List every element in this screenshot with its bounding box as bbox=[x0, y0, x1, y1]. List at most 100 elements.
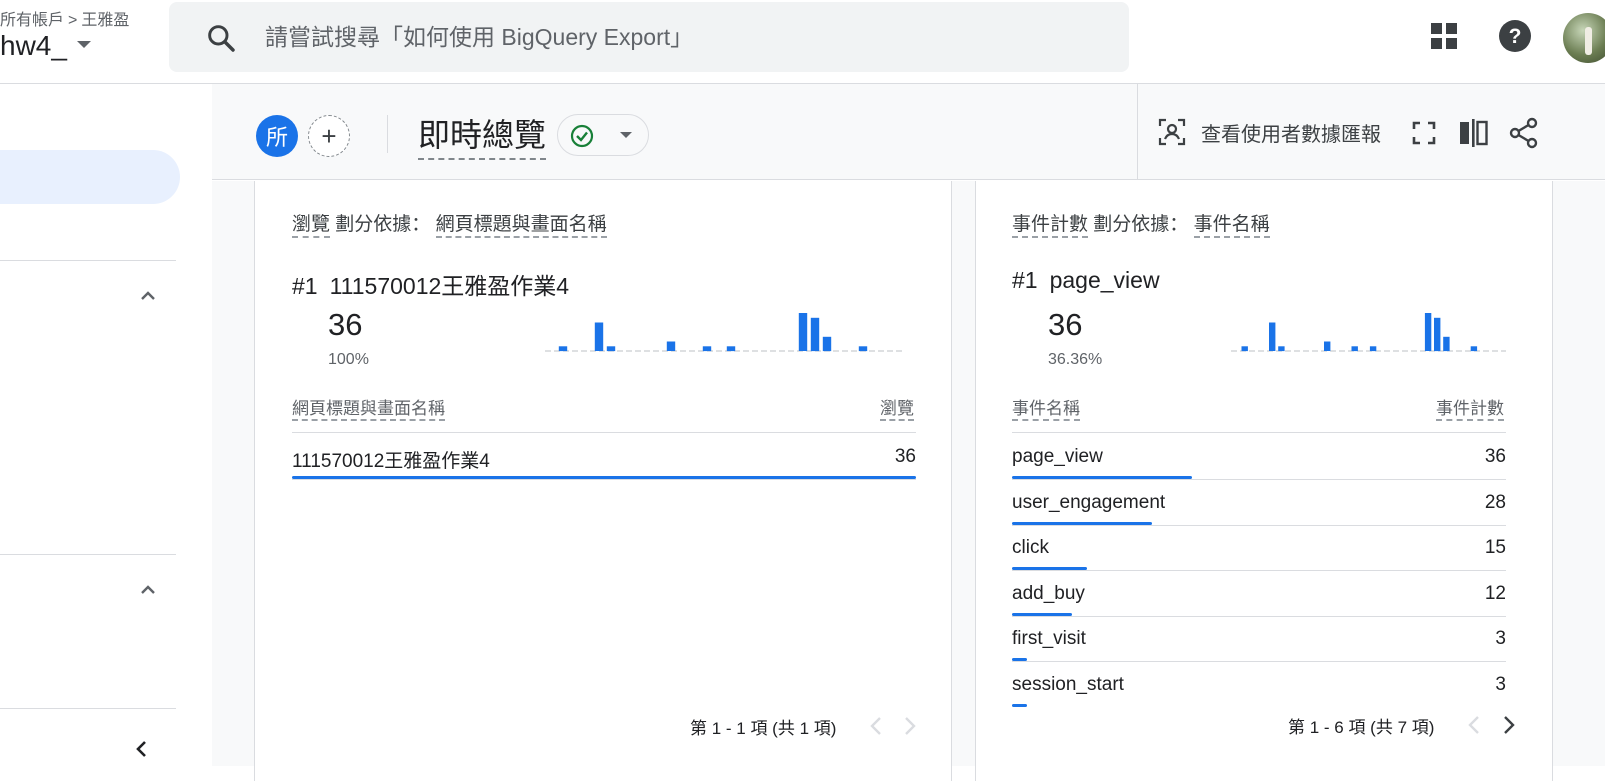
column-header-metric[interactable]: 事件計數 bbox=[1436, 394, 1504, 421]
account-selector[interactable]: hw4_ bbox=[0, 30, 91, 62]
sparkline-bar[interactable] bbox=[1269, 322, 1276, 352]
check-circle-icon bbox=[570, 124, 594, 148]
sparkline-bar[interactable] bbox=[822, 336, 832, 352]
chevron-up-icon[interactable] bbox=[138, 580, 158, 600]
row-value: 36 bbox=[1484, 446, 1506, 467]
row-value: 36 bbox=[894, 446, 916, 467]
chevron-up-icon[interactable] bbox=[138, 286, 158, 306]
add-comparison-button[interactable]: + bbox=[308, 115, 350, 157]
row-label: click bbox=[1012, 537, 1049, 559]
caret-down-icon bbox=[620, 132, 632, 138]
top-item-percent: 36.36% bbox=[1048, 351, 1103, 368]
sparkline-bar[interactable] bbox=[1369, 346, 1377, 352]
top-item: #1 page_view bbox=[1012, 267, 1160, 294]
breadcrumb-item[interactable]: 所有帳戶 bbox=[0, 12, 64, 29]
dimension-selector[interactable]: 事件名稱 bbox=[1193, 214, 1270, 238]
top-item-percent: 100% bbox=[328, 351, 369, 368]
sparkline-bar[interactable] bbox=[594, 322, 604, 352]
toolbar-divider bbox=[1137, 84, 1138, 180]
search-input[interactable] bbox=[265, 18, 1085, 56]
sparkline-bar[interactable] bbox=[1443, 336, 1450, 352]
share-bar bbox=[1012, 704, 1027, 707]
column-header-dimension[interactable]: 網頁標題與畫面名稱 bbox=[292, 394, 445, 421]
left-sidebar bbox=[0, 84, 212, 766]
sparkline-bar[interactable] bbox=[606, 346, 616, 352]
search-bar[interactable] bbox=[169, 2, 1129, 72]
table-row[interactable]: click 15 bbox=[1012, 525, 1506, 572]
share-bar bbox=[1012, 567, 1087, 571]
table-row[interactable]: user_engagement 28 bbox=[1012, 480, 1506, 526]
sparkline-bar[interactable] bbox=[702, 346, 712, 352]
user-snapshot-icon bbox=[1158, 118, 1186, 146]
sparkline-bar[interactable] bbox=[1324, 341, 1331, 352]
breadcrumb[interactable]: 所有帳戶 > 王雅盈 bbox=[0, 6, 129, 30]
share-icon[interactable] bbox=[1507, 116, 1541, 150]
share-bar bbox=[1012, 658, 1027, 662]
sparkline-bar[interactable] bbox=[1434, 317, 1441, 352]
sparkline-bar[interactable] bbox=[1351, 346, 1358, 352]
sidebar-item-selected[interactable] bbox=[0, 150, 180, 204]
table-row[interactable]: 111570012王雅盈作業4 36 bbox=[292, 434, 916, 480]
caret-down-icon bbox=[76, 41, 91, 49]
chevron-right-icon[interactable] bbox=[898, 714, 922, 738]
avatar[interactable] bbox=[1563, 13, 1605, 63]
breadcrumb-separator: > bbox=[68, 12, 78, 29]
sparkline-bar[interactable] bbox=[666, 341, 676, 352]
column-header-label: 瀏覽 bbox=[880, 399, 914, 421]
sparkline-chart bbox=[545, 313, 905, 352]
sparkline-bar[interactable] bbox=[1424, 313, 1432, 351]
page-title[interactable]: 即時總覽 bbox=[418, 110, 547, 160]
user-snapshot-button[interactable]: 查看使用者數據匯報 bbox=[1157, 112, 1381, 152]
column-header-dimension[interactable]: 事件名稱 bbox=[1012, 394, 1080, 421]
top-item-name: page_view bbox=[1049, 267, 1160, 293]
sparkline-bar[interactable] bbox=[558, 346, 568, 352]
chevron-left-icon[interactable] bbox=[1462, 713, 1486, 737]
breadcrumb-item[interactable]: 王雅盈 bbox=[81, 12, 129, 29]
top-item-name: 111570012王雅盈作業4 bbox=[329, 273, 570, 299]
metric-selector[interactable]: 瀏覽 bbox=[292, 214, 331, 238]
row-value: 12 bbox=[1484, 582, 1506, 604]
table-row[interactable]: session_start 3 bbox=[1012, 662, 1506, 707]
chevron-right-icon[interactable] bbox=[1497, 713, 1521, 737]
events-card: 事件計數 劃分依據： 事件名稱 #1 page_view 36 36.36% 事件… bbox=[975, 181, 1553, 781]
pages-card: 瀏覽 劃分依據： 網頁標題與畫面名稱 #1 111570012王雅盈作業4 36 … bbox=[254, 181, 952, 781]
sparkline-bar[interactable] bbox=[726, 346, 736, 352]
sparkline-bar[interactable] bbox=[1470, 346, 1478, 352]
row-value: 3 bbox=[1495, 628, 1506, 650]
column-header-metric[interactable]: 瀏覽 bbox=[880, 394, 914, 421]
apps-icon[interactable] bbox=[1424, 16, 1464, 56]
table-row[interactable]: page_view 36 bbox=[1012, 434, 1506, 480]
fullscreen-icon[interactable] bbox=[1407, 116, 1441, 150]
row-label: 111570012王雅盈作業4 bbox=[292, 451, 490, 472]
sparkline-bar[interactable] bbox=[1241, 346, 1248, 352]
sparkline-bar[interactable] bbox=[798, 313, 808, 351]
row-value: 15 bbox=[1484, 537, 1506, 559]
sparkline-chart bbox=[1231, 313, 1506, 352]
toolbar-divider bbox=[387, 115, 388, 153]
top-item: #1 111570012王雅盈作業4 bbox=[292, 267, 569, 301]
metric-selector[interactable]: 事件計數 bbox=[1012, 214, 1089, 238]
comparison-chip[interactable]: 所 bbox=[256, 115, 298, 157]
row-label: page_view bbox=[1012, 446, 1103, 467]
rank-label: #1 bbox=[1012, 267, 1038, 293]
pager-label: 第 1 - 1 項 (共 1 項) bbox=[690, 719, 837, 738]
svg-text:?: ? bbox=[1509, 25, 1522, 48]
sparkline-bar[interactable] bbox=[1278, 346, 1285, 352]
row-value: 28 bbox=[1484, 491, 1506, 513]
split-by-label: 劃分依據： bbox=[335, 214, 431, 235]
card-header: 瀏覽 劃分依據： 網頁標題與畫面名稱 bbox=[292, 209, 607, 238]
compare-icon[interactable] bbox=[1456, 116, 1490, 150]
table-row[interactable]: first_visit 3 bbox=[1012, 616, 1506, 663]
dimension-selector[interactable]: 網頁標題與畫面名稱 bbox=[435, 214, 607, 238]
table-row[interactable]: add_buy 12 bbox=[1012, 571, 1506, 617]
row-value: 3 bbox=[1495, 674, 1506, 695]
top-item-value: 36 bbox=[1048, 307, 1083, 342]
chevron-left-icon[interactable] bbox=[132, 739, 152, 759]
chevron-left-icon[interactable] bbox=[864, 714, 888, 738]
data-quality-chip[interactable] bbox=[557, 114, 649, 156]
sparkline-bar[interactable] bbox=[810, 317, 820, 352]
help-icon[interactable]: ? bbox=[1495, 16, 1535, 56]
column-header-label: 網頁標題與畫面名稱 bbox=[292, 399, 445, 421]
account-name: hw4_ bbox=[0, 30, 67, 61]
sparkline-bar[interactable] bbox=[858, 346, 868, 352]
